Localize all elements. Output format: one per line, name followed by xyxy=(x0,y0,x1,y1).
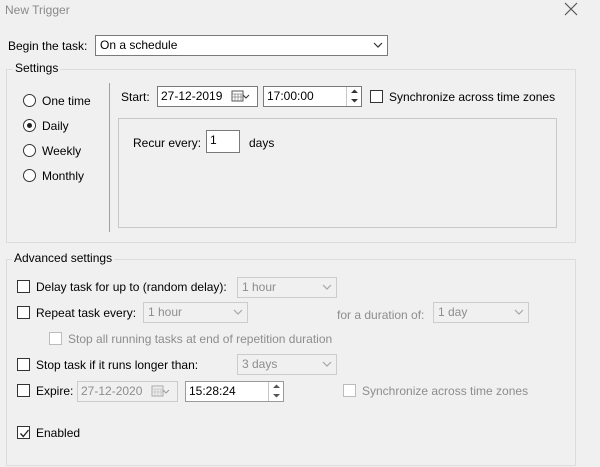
start-time-value: 17:00:00 xyxy=(267,89,314,103)
delay-value: 1 hour xyxy=(242,280,277,294)
spinner-up-icon xyxy=(273,384,280,388)
duration-label: for a duration of: xyxy=(337,308,425,322)
calendar-icon xyxy=(231,90,250,102)
expire-date-value: 27-12-2020 xyxy=(81,384,143,398)
chevron-down-icon xyxy=(322,284,332,290)
stop-running-tasks-label: Stop all running tasks at end of repetit… xyxy=(68,332,333,346)
expire-time-spinner[interactable] xyxy=(268,382,283,401)
repeat-task-label: Repeat task every: xyxy=(36,306,137,320)
stop-task-longer-checkbox[interactable] xyxy=(17,358,30,371)
calendar-dropdown-button[interactable] xyxy=(230,87,252,106)
expire-sync-timezones-checkbox[interactable] xyxy=(343,384,356,397)
calendar-dropdown-button[interactable] xyxy=(150,382,172,401)
start-time-input[interactable]: 17:00:00 xyxy=(263,86,362,107)
start-date-value: 27-12-2019 xyxy=(161,89,223,103)
repeat-interval-value: 1 hour xyxy=(148,305,183,319)
radio-weekly[interactable] xyxy=(23,144,36,157)
radio-one-time-label: One time xyxy=(42,94,91,108)
enabled-label: Enabled xyxy=(36,426,81,440)
sync-timezones-label: Synchronize across time zones xyxy=(389,90,556,104)
advanced-settings-legend: Advanced settings xyxy=(12,251,115,265)
spinner-down-button[interactable] xyxy=(269,391,283,400)
expire-time-input[interactable]: 15:28:24 xyxy=(185,381,284,402)
spinner-up-button[interactable] xyxy=(269,382,283,391)
start-label: Start: xyxy=(121,90,150,104)
chevron-down-icon xyxy=(514,309,524,315)
begin-task-label: Begin the task: xyxy=(8,39,88,53)
radio-one-time[interactable] xyxy=(23,94,36,107)
stop-task-longer-select[interactable]: 3 days xyxy=(237,354,337,375)
expire-sync-timezones-label: Synchronize across time zones xyxy=(362,384,529,398)
sync-timezones-checkbox[interactable] xyxy=(370,90,383,103)
radio-selected-dot xyxy=(27,123,32,128)
repeat-task-checkbox[interactable] xyxy=(17,306,30,319)
radio-monthly[interactable] xyxy=(23,169,36,182)
radio-weekly-label: Weekly xyxy=(42,144,82,158)
begin-task-value: On a schedule xyxy=(100,38,178,52)
close-button[interactable] xyxy=(562,0,580,18)
window-title: New Trigger xyxy=(5,3,70,17)
recur-label: Recur every: xyxy=(133,136,202,150)
recur-unit: days xyxy=(249,136,275,150)
close-icon xyxy=(564,2,578,16)
expire-checkbox[interactable] xyxy=(17,384,30,397)
settings-divider xyxy=(109,83,110,232)
settings-legend: Settings xyxy=(13,61,61,75)
spinner-up-button[interactable] xyxy=(347,87,361,96)
chevron-down-icon xyxy=(233,309,243,315)
spinner-down-icon xyxy=(273,394,280,398)
stop-task-longer-value: 3 days xyxy=(242,357,278,371)
expire-label: Expire: xyxy=(36,384,74,398)
spinner-down-icon xyxy=(351,99,358,103)
chevron-down-icon xyxy=(373,42,383,48)
checkmark-icon xyxy=(20,429,30,438)
expire-time-value: 15:28:24 xyxy=(189,384,236,398)
duration-value: 1 day xyxy=(438,305,468,319)
radio-monthly-label: Monthly xyxy=(42,169,85,183)
stop-running-tasks-checkbox[interactable] xyxy=(49,332,62,345)
begin-task-select[interactable]: On a schedule xyxy=(95,35,388,56)
delay-task-label: Delay task for up to (random delay): xyxy=(36,280,227,294)
recur-value: 1 xyxy=(210,133,217,147)
start-date-picker[interactable]: 27-12-2019 xyxy=(157,86,258,107)
radio-daily-label: Daily xyxy=(42,119,69,133)
repeat-interval-select[interactable]: 1 hour xyxy=(143,302,248,323)
delay-task-checkbox[interactable] xyxy=(17,280,30,293)
spinner-up-icon xyxy=(351,89,358,93)
start-time-spinner[interactable] xyxy=(346,87,361,106)
delay-select[interactable]: 1 hour xyxy=(237,277,337,298)
calendar-icon xyxy=(151,385,170,397)
spinner-down-button[interactable] xyxy=(347,96,361,105)
expire-date-picker[interactable]: 27-12-2020 xyxy=(77,381,178,402)
enabled-checkbox[interactable] xyxy=(17,426,30,439)
radio-daily[interactable] xyxy=(23,119,36,132)
duration-select[interactable]: 1 day xyxy=(433,302,529,323)
recur-panel xyxy=(118,118,557,228)
recur-input[interactable]: 1 xyxy=(206,130,240,153)
stop-task-longer-label: Stop task if it runs longer than: xyxy=(36,358,199,372)
chevron-down-icon xyxy=(322,361,332,367)
